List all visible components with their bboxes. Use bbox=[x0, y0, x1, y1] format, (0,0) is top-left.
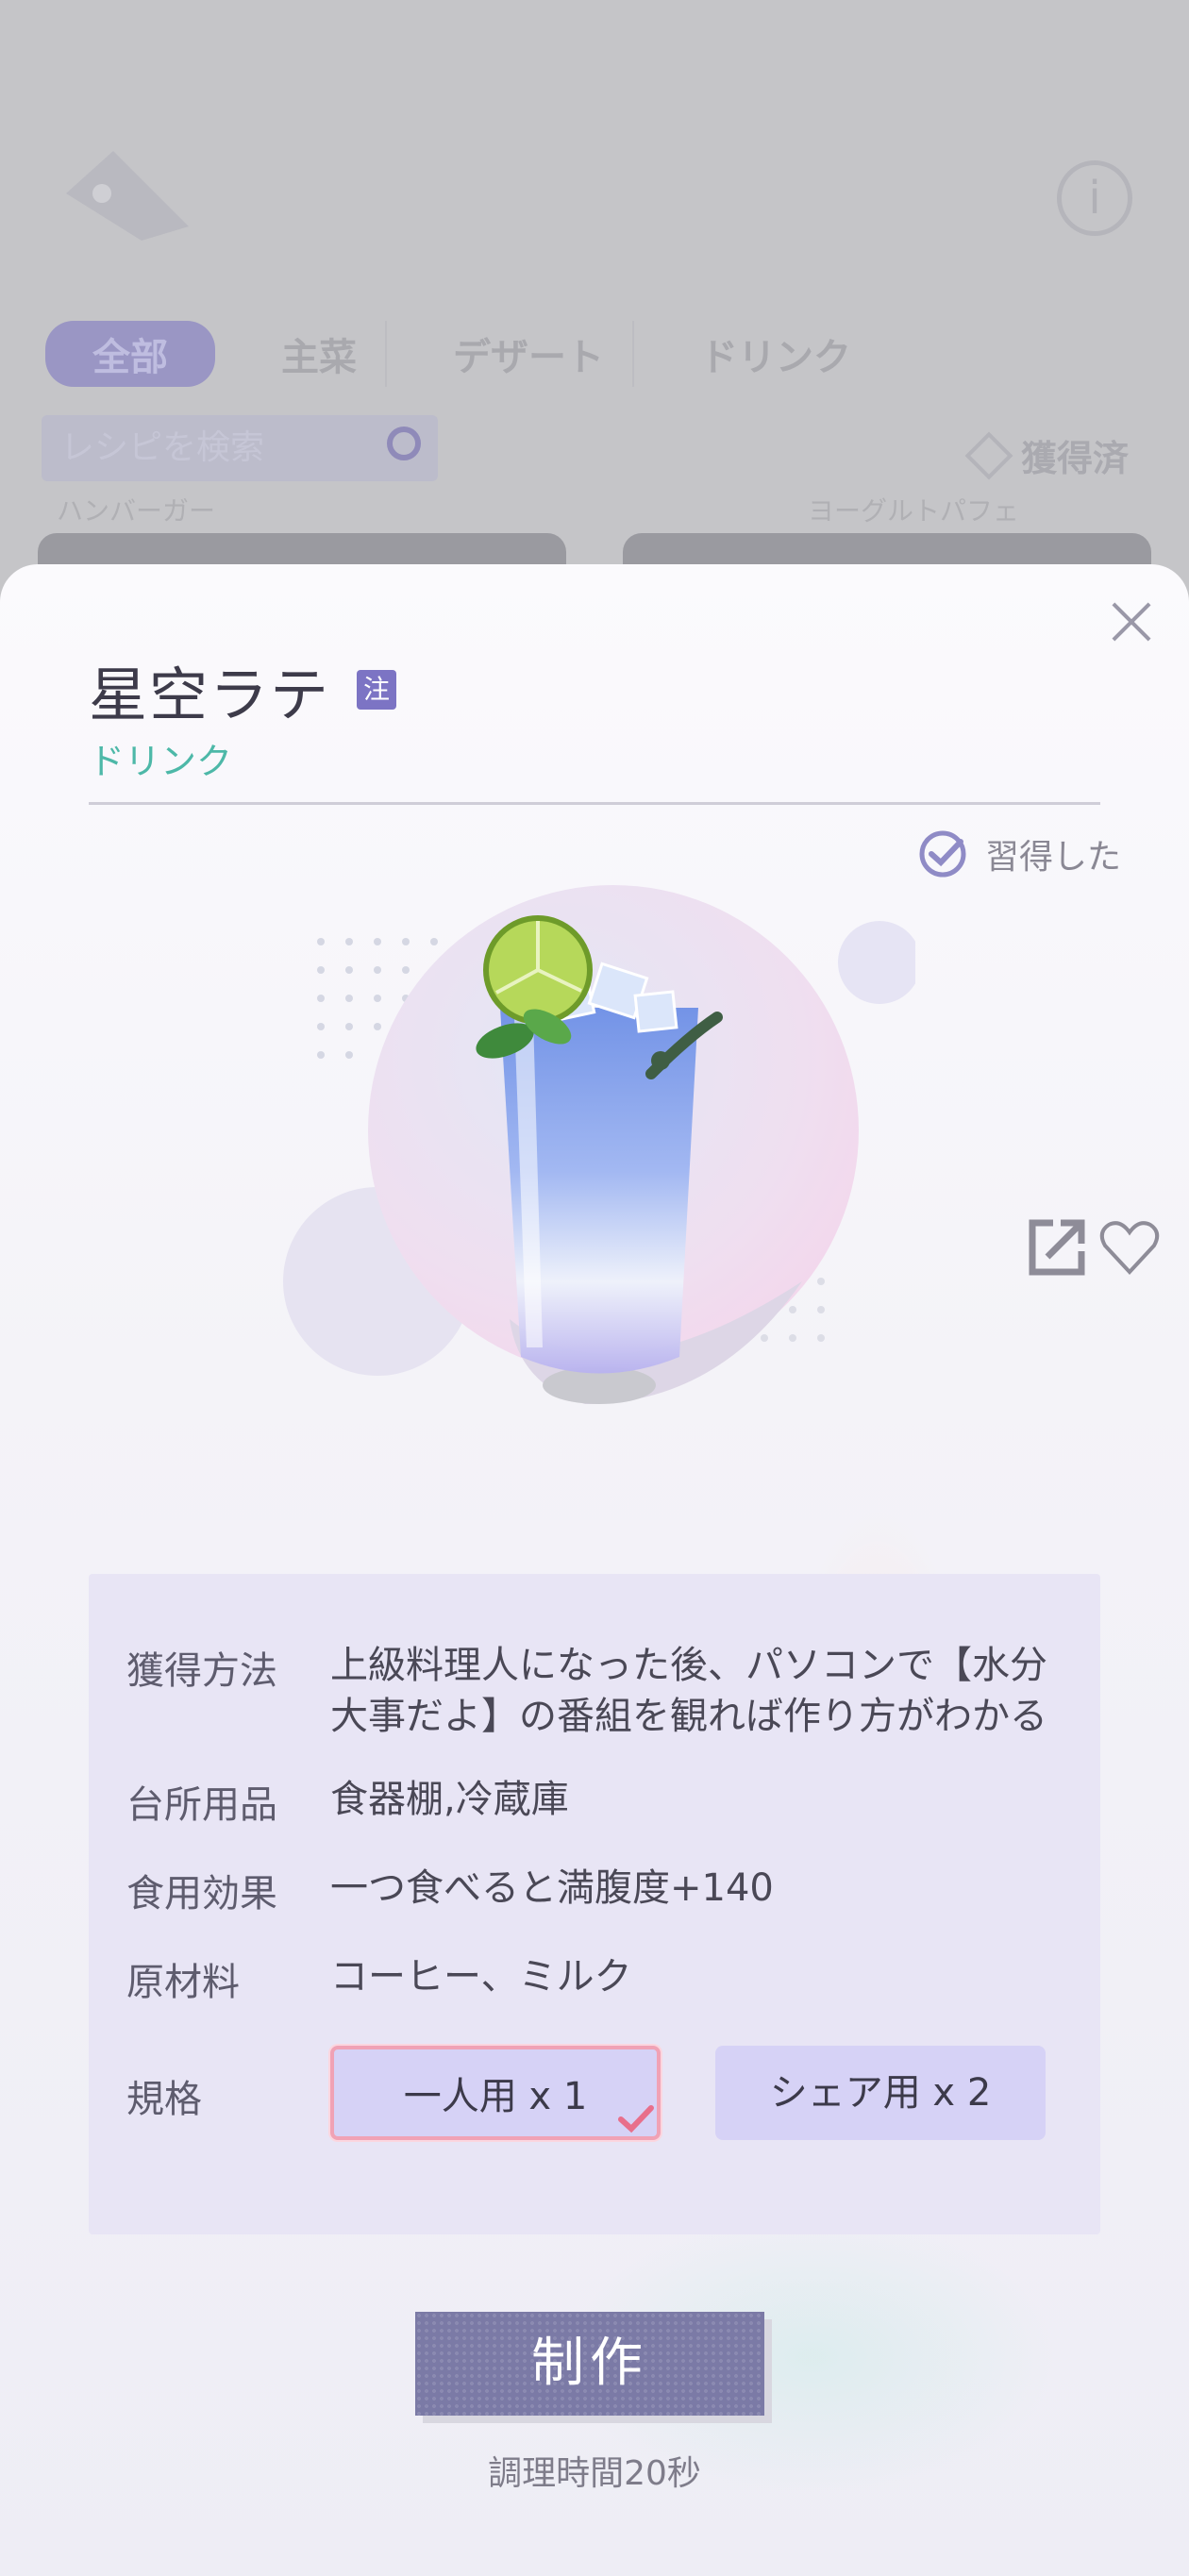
acquire-label: 獲得方法 bbox=[126, 1649, 277, 1693]
check-icon bbox=[618, 2105, 654, 2133]
effect-label: 食用効果 bbox=[126, 1872, 277, 1915]
recipe-info-panel: 獲得方法 上級料理人になった後、パソコンで【水分大事だよ】の番組を観れば作り方が… bbox=[89, 1574, 1100, 2234]
ingredients-row: 原材料 コーヒー、ミルク bbox=[126, 1951, 1066, 2006]
back-icon bbox=[66, 151, 189, 241]
dish-category: ドリンク bbox=[89, 741, 233, 782]
spec-label: 規格 bbox=[126, 2078, 202, 2121]
spec-row: 規格 bbox=[126, 2068, 330, 2123]
bg-search-input: レシピを検索 bbox=[42, 415, 438, 481]
bg-list-label: ハンバーガー bbox=[57, 495, 216, 527]
acquire-value: 上級料理人になった後、パソコンで【水分大事だよ】の番組を観れば作り方がわかる bbox=[330, 1644, 1047, 1738]
share-icon[interactable] bbox=[1023, 1213, 1091, 1281]
drink-illustration bbox=[283, 885, 915, 1404]
dish-title: 星空ラテ bbox=[89, 661, 331, 729]
bg-tab-main: 主菜 bbox=[253, 321, 387, 387]
learned-label: 習得した bbox=[985, 838, 1122, 877]
favorite-heart-icon[interactable] bbox=[1096, 1213, 1164, 1281]
close-button[interactable] bbox=[1110, 600, 1153, 644]
title-row: 星空ラテ 注 bbox=[89, 647, 397, 732]
bg-list-label: ヨーグルトパフェ bbox=[807, 495, 1019, 527]
spec-single-button[interactable]: 一人用 x 1 bbox=[330, 2046, 661, 2140]
ingredients-value: コーヒー、ミルク bbox=[330, 1955, 632, 1999]
effect-row: 食用効果 一つ食べると満腹度+140 bbox=[126, 1863, 1066, 1917]
effect-value: 一つ食べると満腹度+140 bbox=[330, 1866, 774, 1910]
make-button[interactable]: 制作 bbox=[415, 2312, 764, 2416]
kitchen-value: 食器棚,冷蔵庫 bbox=[330, 1778, 569, 1821]
bg-tab-dessert: デザート bbox=[425, 321, 634, 387]
spec-share-label: シェア用 x 2 bbox=[769, 2071, 992, 2115]
recipe-detail-sheet: 星空ラテ 注 ドリンク 習得した 獲得方法 上級料理人になった後、パソコンで【水… bbox=[0, 564, 1189, 2576]
ingredients-label: 原材料 bbox=[126, 1961, 240, 2004]
divider bbox=[89, 802, 1100, 805]
check-circle-icon bbox=[919, 830, 966, 878]
info-icon: i bbox=[1057, 160, 1132, 236]
background-screen: i 全部 主菜 デザート ドリンク レシピを検索 獲得済 ハンバーガー ヨーグル… bbox=[0, 0, 1189, 604]
acquire-row: 獲得方法 上級料理人になった後、パソコンで【水分大事だよ】の番組を観れば作り方が… bbox=[126, 1640, 1066, 1742]
bg-list-labels: ハンバーガー ヨーグルトパフェ bbox=[57, 491, 1132, 528]
search-icon bbox=[387, 427, 421, 460]
spec-single-label: 一人用 x 1 bbox=[403, 2075, 588, 2118]
kitchen-row: 台所用品 食器棚,冷蔵庫 bbox=[126, 1774, 1066, 1829]
cook-time: 調理時間20秒 bbox=[488, 2454, 701, 2493]
learned-status: 習得した bbox=[917, 828, 1121, 879]
bg-tab-drink: ドリンク bbox=[700, 336, 851, 379]
bg-search-placeholder: レシピを検索 bbox=[60, 428, 265, 467]
bg-tab-all: 全部 bbox=[45, 321, 215, 387]
background-tabs: 全部 主菜 デザート ドリンク bbox=[45, 321, 879, 387]
kitchen-label: 台所用品 bbox=[126, 1783, 277, 1827]
note-badge[interactable]: 注 bbox=[357, 670, 397, 710]
diamond-icon bbox=[964, 431, 1013, 479]
side-actions bbox=[1023, 1178, 1164, 1285]
spec-share-button[interactable]: シェア用 x 2 bbox=[715, 2046, 1046, 2140]
bg-filter: 獲得済 bbox=[964, 429, 1130, 481]
bg-filter-label: 獲得済 bbox=[1021, 438, 1130, 479]
